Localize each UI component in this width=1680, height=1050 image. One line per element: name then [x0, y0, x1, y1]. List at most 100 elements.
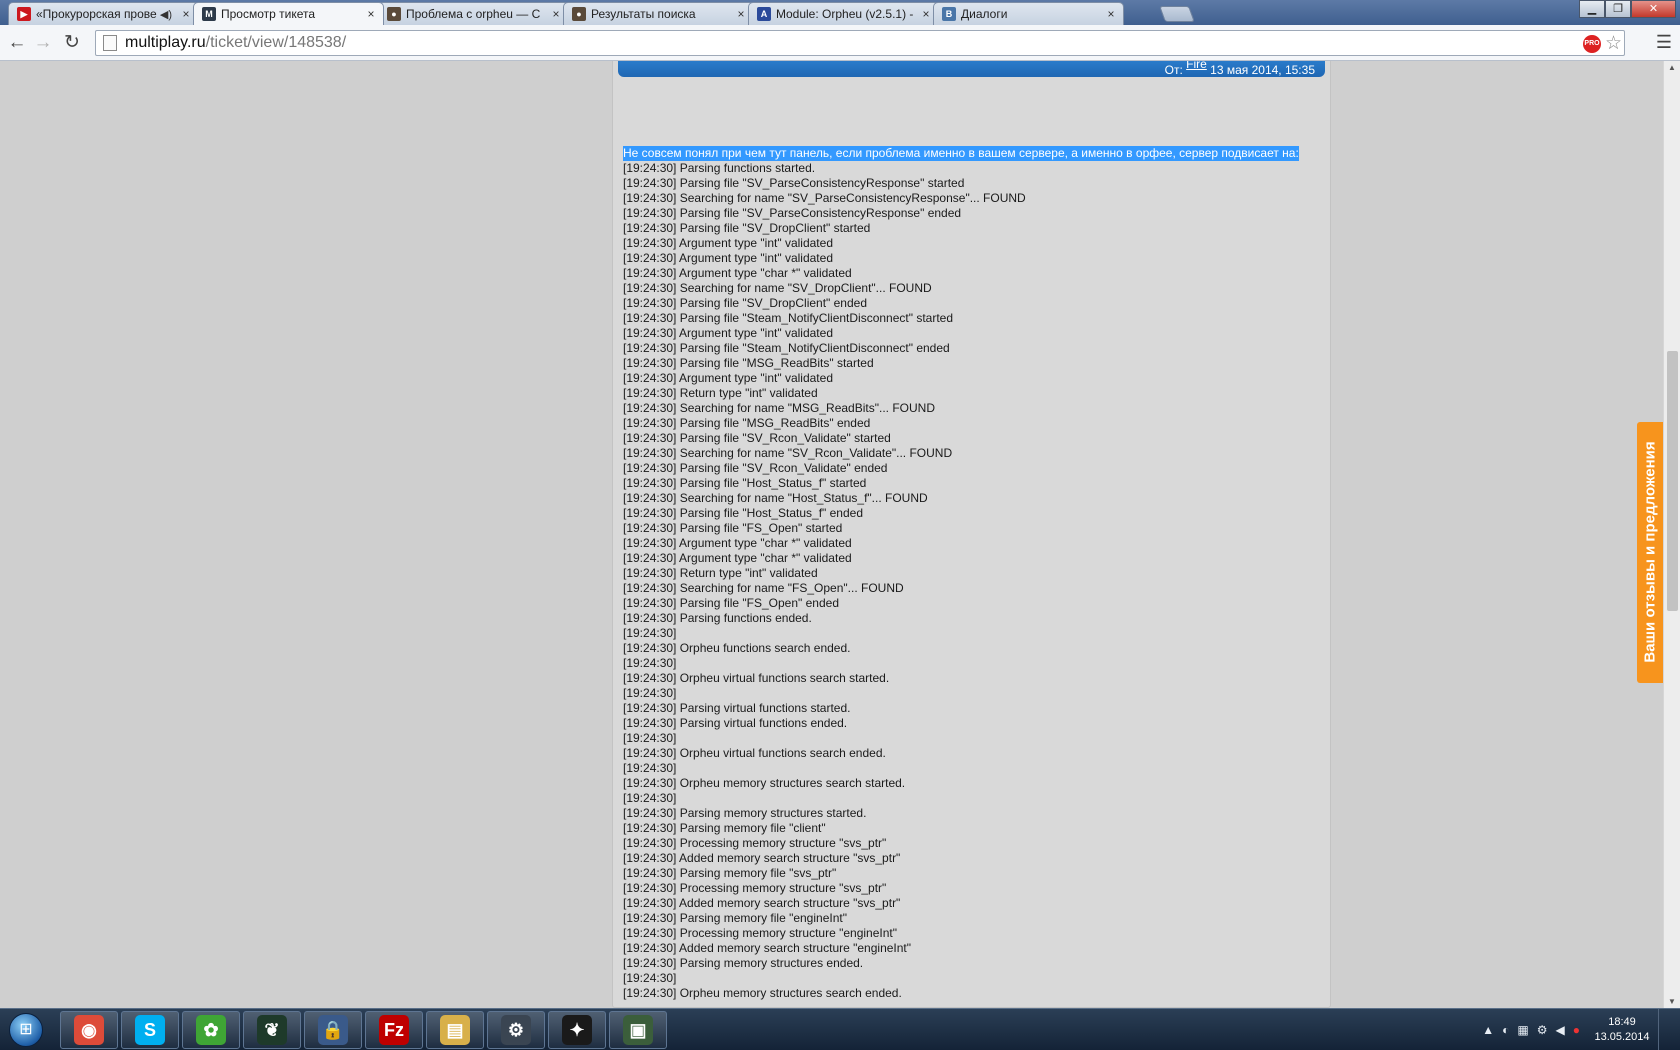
taskbar-apps: ◉ S ✿ ❦ 🔒 Fz ▤ ⚙ ✦ ▣	[60, 1011, 670, 1049]
log-line: [19:24:30] Added memory search structure…	[623, 941, 912, 955]
page-icon	[103, 35, 117, 51]
feedback-tab[interactable]: Ваши отзывы и предложения	[1637, 422, 1663, 683]
ticket-message: От: Fire 13 мая 2014, 15:35 Не совсем по…	[612, 61, 1331, 1008]
scroll-up-icon[interactable]: ▲	[1668, 63, 1676, 72]
log-line: [19:24:30] Parsing virtual functions sta…	[623, 701, 851, 715]
taskbar-app-4[interactable]: 🔒	[304, 1011, 362, 1049]
close-window-button[interactable]: ✕	[1631, 0, 1676, 18]
system-tray: ▲ ◐ ▦ ⚙ ◀ ● 18:49 13.05.2014	[1474, 1009, 1670, 1050]
taskbar-app-6[interactable]: ▤	[426, 1011, 484, 1049]
log-line: [19:24:30] Parsing file "MSG_ReadBits" e…	[623, 416, 871, 430]
close-tab-icon[interactable]: ×	[735, 7, 747, 21]
close-tab-icon[interactable]: ×	[180, 7, 192, 21]
tab-title: Проблема с orpheu — С	[406, 7, 541, 21]
taskbar-app-3[interactable]: ❦	[243, 1011, 301, 1049]
taskbar-app-7[interactable]: ⚙	[487, 1011, 545, 1049]
bookmark-star-icon[interactable]: ☆	[1605, 32, 1622, 55]
header-prefix: От:	[1164, 63, 1183, 77]
log-line: [19:24:30]	[623, 791, 677, 805]
log-line: [19:24:30] Searching for name "MSG_ReadB…	[623, 401, 935, 415]
speaker-muted-icon[interactable]: ◀)	[160, 8, 172, 21]
tab-title: «Прокурорская прове	[36, 7, 157, 21]
browser-toolbar: ← → ↻ multiplay.ru/ticket/view/148538/ P…	[0, 25, 1680, 61]
log-line: [19:24:30] Searching for name "SV_DropCl…	[623, 281, 932, 295]
menu-icon[interactable]: ☰	[1656, 32, 1672, 53]
taskbar-app-1[interactable]: S	[121, 1011, 179, 1049]
tab-2[interactable]: ● Проблема с orpheu — С ×	[378, 2, 569, 25]
tab-0[interactable]: ▶ «Прокурорская прове ◀) ×	[8, 2, 199, 25]
window-controls: ▁ ❐ ✕	[1579, 0, 1676, 18]
antivirus-icon[interactable]: ●	[1573, 1023, 1580, 1037]
forward-arrow-icon[interactable]: →	[32, 32, 54, 54]
log-line: [19:24:30] Orpheu virtual functions sear…	[623, 746, 886, 760]
log-line: [19:24:30] Parsing file "Steam_NotifyCli…	[623, 341, 950, 355]
log-line: [19:24:30] Added memory search structure…	[623, 851, 901, 865]
taskbar-app-8[interactable]: ✦	[548, 1011, 606, 1049]
new-tab-button[interactable]	[1159, 6, 1195, 22]
close-tab-icon[interactable]: ×	[1105, 7, 1117, 21]
clock[interactable]: 18:49 13.05.2014	[1594, 1015, 1650, 1045]
log-line: [19:24:30] Parsing file "Host_Status_f" …	[623, 476, 867, 490]
log-line: [19:24:30] Parsing file "SV_DropClient" …	[623, 221, 871, 235]
address-bar[interactable]: multiplay.ru/ticket/view/148538/ PRO ☆	[95, 30, 1625, 56]
tab-title: Диалоги	[961, 7, 1008, 21]
scroll-thumb[interactable]	[1667, 351, 1678, 611]
taskbar-app-0[interactable]: ◉	[60, 1011, 118, 1049]
steam-tray-icon[interactable]: ⚙	[1537, 1023, 1548, 1037]
log-line: [19:24:30] Parsing file "SV_ParseConsist…	[623, 176, 965, 190]
url-path: /ticket/view/148538/	[205, 34, 347, 51]
log-line: [19:24:30] Argument type "char *" valida…	[623, 551, 852, 565]
log-line: [19:24:30] Parsing file "SV_ParseConsist…	[623, 206, 962, 220]
log-line: [19:24:30] Argument type "int" validated	[623, 251, 833, 265]
log-line: [19:24:30] Parsing file "SV_DropClient" …	[623, 296, 868, 310]
pro-extension-icon[interactable]: PRO	[1583, 35, 1601, 53]
log-line: [19:24:30] Parsing memory structures sta…	[623, 806, 867, 820]
console-icon: ▣	[623, 1015, 653, 1045]
show-desktop-button[interactable]	[1658, 1009, 1670, 1050]
log-line: [19:24:30] Parsing file "FS_Open" ended	[623, 596, 839, 610]
log-lines: [19:24:30] Parsing functions started. [19…	[623, 161, 1323, 1008]
speaker-icon[interactable]: ◀	[1556, 1023, 1565, 1037]
page-viewport: От: Fire 13 мая 2014, 15:35 Не совсем по…	[0, 61, 1663, 1008]
filezilla-icon: Fz	[379, 1015, 409, 1045]
language-flag-icon[interactable]: ▦	[1517, 1023, 1528, 1037]
taskbar-app-5[interactable]: Fz	[365, 1011, 423, 1049]
taskbar-app-9[interactable]: ▣	[609, 1011, 667, 1049]
close-tab-icon[interactable]: ×	[920, 7, 932, 21]
tab-4[interactable]: A Module: Orpheu (v2.5.1) - ×	[748, 2, 939, 25]
log-line: [19:24:30] Parsing functions started.	[623, 161, 816, 175]
vertical-scrollbar[interactable]: ▲ ▼	[1663, 61, 1680, 1008]
author-link[interactable]: Fire	[1186, 61, 1207, 71]
log-line: [19:24:30] Parsing virtual functions end…	[623, 716, 848, 730]
log-line: [19:24:30] Processing memory structure "…	[623, 926, 897, 940]
network-icon[interactable]: ◐	[1502, 1023, 1509, 1037]
tab-3[interactable]: ● Результаты поиска ×	[563, 2, 754, 25]
maximize-button[interactable]: ❐	[1605, 0, 1631, 18]
log-line: [19:24:30] Parsing memory file "svs_ptr"	[623, 866, 837, 880]
feedback-label: Ваши отзывы и предложения	[1641, 441, 1659, 663]
start-button[interactable]: ⊞	[3, 1009, 49, 1050]
tab-5[interactable]: В Диалоги ×	[933, 2, 1124, 25]
clock-date: 13.05.2014	[1594, 1031, 1650, 1043]
message-header: От: Fire 13 мая 2014, 15:35	[618, 61, 1325, 77]
clock-time: 18:49	[1608, 1016, 1636, 1028]
scroll-down-icon[interactable]: ▼	[1668, 997, 1676, 1006]
steam-icon: ⚙	[501, 1015, 531, 1045]
log-line: [19:24:30] Argument type "int" validated	[623, 236, 833, 250]
minimize-button[interactable]: ▁	[1579, 0, 1605, 18]
tray-expand-icon[interactable]: ▲	[1482, 1023, 1494, 1037]
chrome-icon: ◉	[74, 1015, 104, 1045]
taskbar-app-2[interactable]: ✿	[182, 1011, 240, 1049]
reload-icon[interactable]: ↻	[61, 32, 83, 54]
message-body: Не совсем понял при чем тут панель, если…	[623, 146, 1323, 1008]
tab-1[interactable]: M Просмотр тикета ×	[193, 2, 384, 25]
close-tab-icon[interactable]: ×	[365, 7, 377, 21]
close-tab-icon[interactable]: ×	[550, 7, 562, 21]
amxx-icon: A	[757, 7, 771, 21]
tab-title: Просмотр тикета	[221, 7, 316, 21]
icq-icon: ✿	[196, 1015, 226, 1045]
back-arrow-icon[interactable]: ←	[6, 32, 28, 54]
message-date: 13 мая 2014, 15:35	[1210, 63, 1315, 77]
skype-icon: S	[135, 1015, 165, 1045]
